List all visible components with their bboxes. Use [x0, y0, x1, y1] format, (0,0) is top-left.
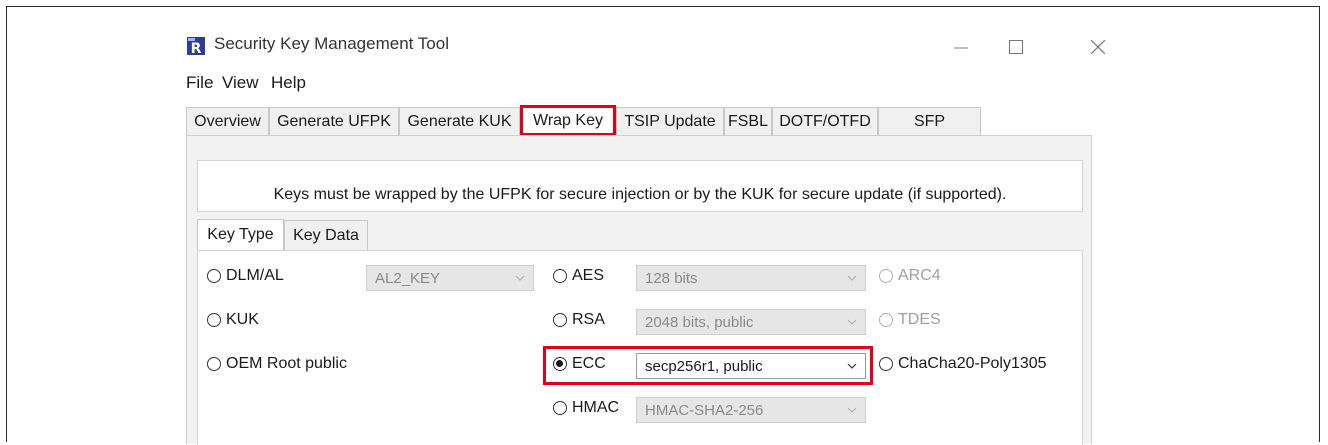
radio-circle [879, 357, 893, 371]
tab-tsip-update[interactable]: TSIP Update [616, 107, 724, 135]
tab-fsbl[interactable]: FSBL [724, 107, 772, 135]
radio-label: AES [572, 267, 605, 284]
radio-circle [553, 313, 567, 327]
radio-dlm-al[interactable]: DLM/AL [207, 267, 284, 285]
svg-text:R: R [191, 41, 202, 55]
select-value: AL2_KEY [375, 269, 441, 287]
minimize-icon [954, 47, 968, 49]
title-bar: R Security Key Management Tool [176, 22, 1156, 70]
chevron-down-icon [847, 275, 857, 281]
app-window: R Security Key Management Tool File View… [176, 22, 1156, 445]
rsa-select[interactable]: 2048 bits, public [636, 309, 866, 335]
tab-wrap-key[interactable]: Wrap Key [520, 105, 616, 136]
radio-label: TDES [898, 311, 941, 328]
radio-aes[interactable]: AES [553, 267, 604, 285]
subtab-key-data[interactable]: Key Data [284, 220, 368, 250]
radio-oem-root-public[interactable]: OEM Root public [207, 355, 347, 373]
tab-dotf-otfd[interactable]: DOTF/OTFD [772, 107, 878, 135]
select-value: HMAC-SHA2-256 [645, 401, 764, 419]
menu-help[interactable]: Help [271, 73, 306, 93]
radio-circle [553, 269, 567, 283]
chevron-down-icon [847, 407, 857, 413]
info-box: Keys must be wrapped by the UFPK for sec… [197, 160, 1083, 212]
key-type-panel: DLM/AL AL2_KEY KUK OEM Root public AES 1… [197, 250, 1083, 445]
radio-label: KUK [226, 311, 259, 328]
radio-chacha20-poly1305[interactable]: ChaCha20-Poly1305 [879, 355, 1047, 373]
maximize-button[interactable] [993, 28, 1039, 66]
tab-sfp[interactable]: SFP [878, 107, 981, 135]
tab-overview[interactable]: Overview [186, 107, 269, 135]
chevron-down-icon [847, 319, 857, 325]
select-value: 128 bits [645, 269, 698, 287]
window-title: Security Key Management Tool [214, 34, 449, 53]
chevron-down-icon [515, 275, 525, 281]
radio-hmac[interactable]: HMAC [553, 399, 619, 417]
radio-circle [879, 313, 893, 327]
close-button[interactable] [1075, 28, 1121, 66]
select-value: 2048 bits, public [645, 313, 754, 331]
dlm-al-select[interactable]: AL2_KEY [366, 265, 534, 291]
subtab-key-type[interactable]: Key Type [197, 219, 284, 250]
aes-select[interactable]: 128 bits [636, 265, 866, 291]
hmac-select[interactable]: HMAC-SHA2-256 [636, 397, 866, 423]
radio-label: HMAC [572, 399, 620, 416]
maximize-icon [1009, 40, 1023, 54]
radio-circle [207, 313, 221, 327]
radio-tdes[interactable]: TDES [879, 311, 941, 329]
radio-label: ChaCha20-Poly1305 [898, 355, 1047, 372]
main-tabs: Overview Generate UFPK Generate KUK Wrap… [186, 105, 986, 136]
ecc-highlight-box [543, 346, 873, 385]
radio-label: ARC4 [898, 267, 941, 284]
tab-generate-ufpk[interactable]: Generate UFPK [269, 107, 399, 135]
radio-label: DLM/AL [226, 267, 284, 284]
radio-circle [879, 269, 893, 283]
close-icon [1091, 40, 1105, 54]
radio-arc4[interactable]: ARC4 [879, 267, 941, 285]
radio-label: OEM Root public [226, 355, 347, 372]
menu-view[interactable]: View [222, 73, 259, 93]
radio-circle [553, 401, 567, 415]
radio-circle [207, 269, 221, 283]
tab-generate-kuk[interactable]: Generate KUK [399, 107, 520, 135]
info-text: Keys must be wrapped by the UFPK for sec… [273, 186, 1007, 203]
radio-rsa[interactable]: RSA [553, 311, 605, 329]
radio-circle [207, 357, 221, 371]
radio-kuk[interactable]: KUK [207, 311, 259, 329]
radio-label: RSA [572, 311, 605, 328]
wrap-key-panel: Keys must be wrapped by the UFPK for sec… [186, 135, 1092, 445]
renesas-r-icon: R [187, 37, 205, 55]
menu-bar: File View Help [176, 70, 1156, 98]
minimize-button[interactable] [938, 28, 984, 66]
menu-file[interactable]: File [186, 73, 213, 93]
